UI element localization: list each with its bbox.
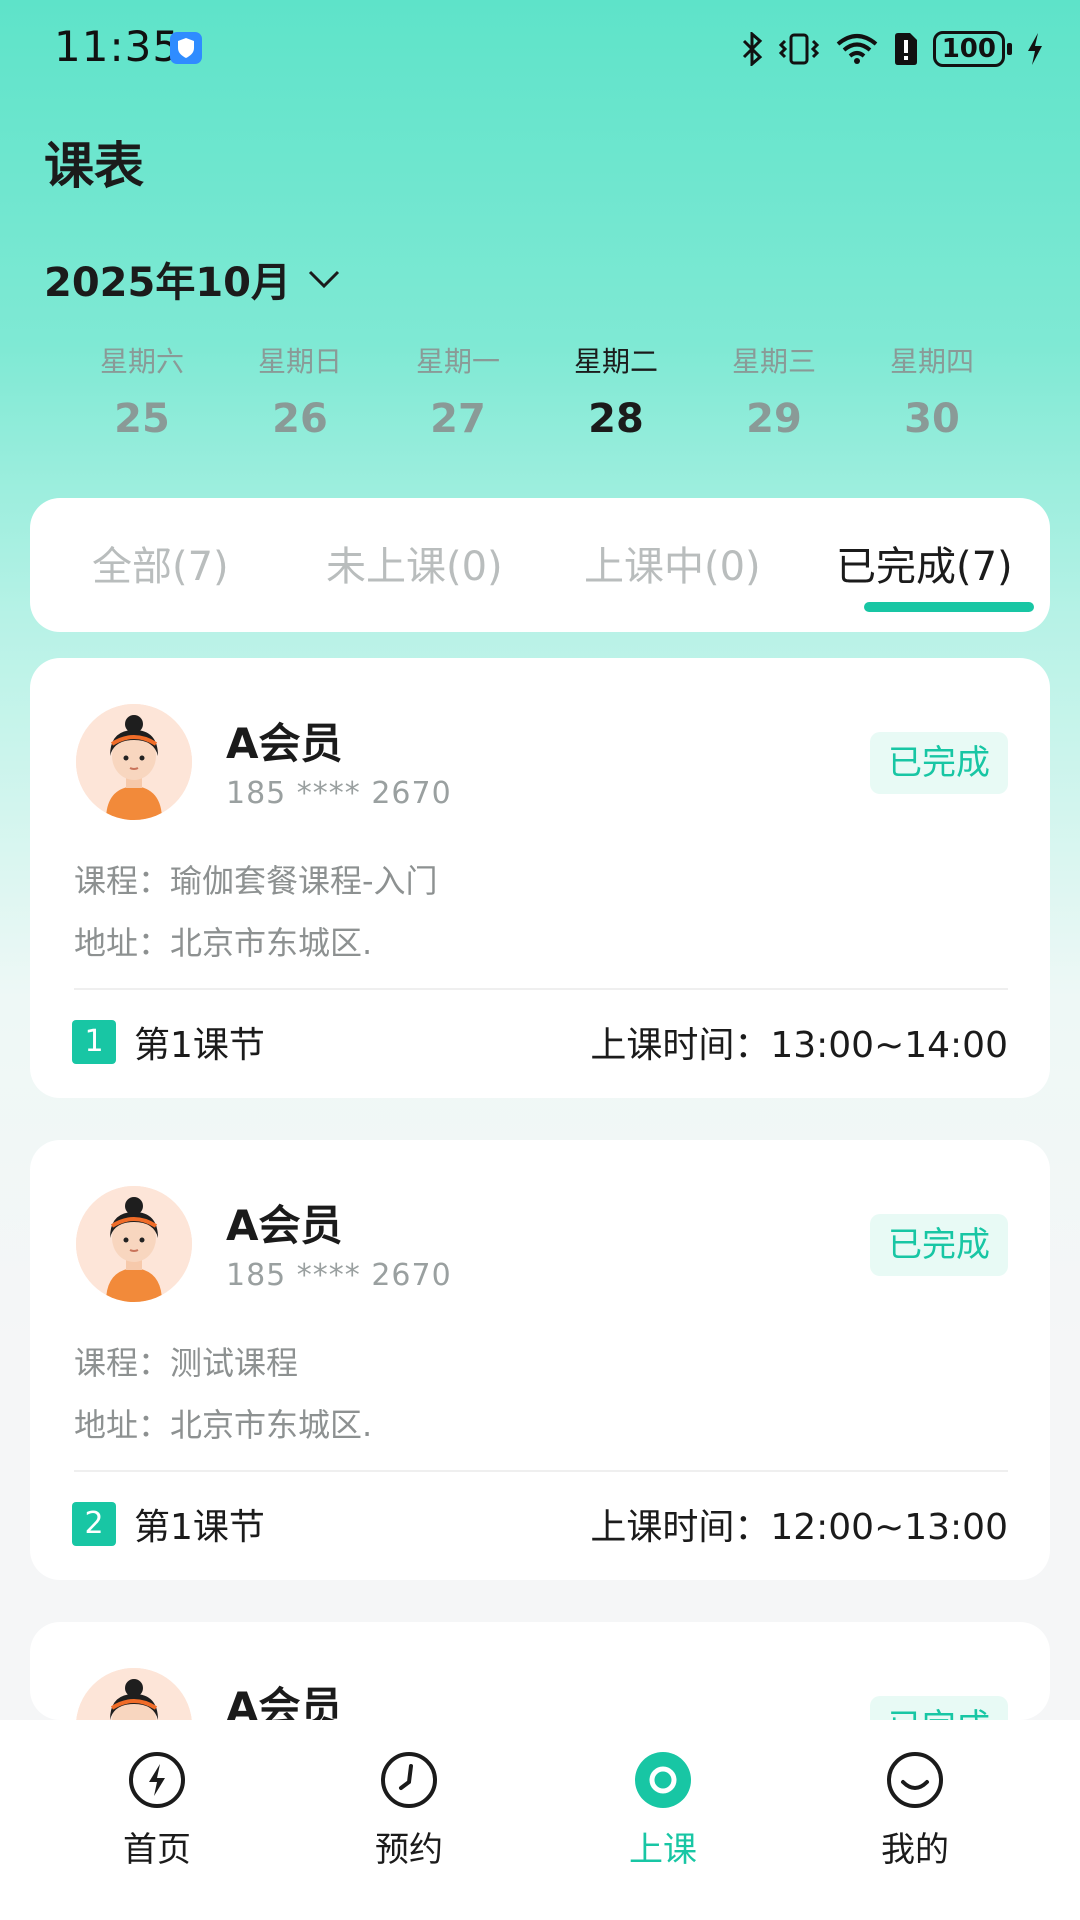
lesson-time: 上课时间：13:00~14:00	[590, 1025, 1008, 1066]
member-name: A会员	[226, 719, 343, 768]
alert-sim-icon	[894, 33, 917, 65]
smile-icon	[887, 1752, 943, 1808]
charging-icon	[1028, 33, 1042, 65]
nav-label: 预约	[375, 1830, 443, 1870]
chevron-down-icon	[308, 270, 340, 289]
address-info: 地址：北京市东城区.	[74, 1406, 373, 1444]
bottom-nav: 首页 预约 上课 我的	[0, 1720, 1080, 1920]
day-number: 29	[746, 396, 802, 442]
day-number: 27	[430, 396, 486, 442]
bluetooth-icon	[742, 32, 762, 66]
day-name: 星期一	[415, 345, 500, 378]
battery-indicator: 100	[932, 31, 1012, 67]
course-info: 课程：瑜伽套餐课程-入门	[74, 862, 438, 900]
day-name: 星期二	[573, 345, 658, 378]
nav-home[interactable]: 首页	[82, 1750, 232, 1871]
lesson-name: 第1课节	[134, 1025, 265, 1066]
wifi-icon	[836, 34, 878, 64]
month-label: 2025年10月	[44, 260, 291, 306]
tab-not-started[interactable]: 未上课(0)	[326, 534, 503, 592]
nav-class[interactable]: 上课	[588, 1750, 738, 1871]
day-item[interactable]: 星期六 25	[72, 340, 212, 442]
tab-in-progress[interactable]: 上课中(0)	[584, 534, 761, 592]
tab-completed[interactable]: 已完成(7)	[836, 534, 1013, 592]
day-number: 25	[114, 396, 170, 442]
day-item[interactable]: 星期日 26	[230, 340, 370, 442]
day-item[interactable]: 星期一 27	[388, 340, 528, 442]
nav-profile[interactable]: 我的	[840, 1750, 990, 1871]
status-badge: 已完成	[870, 732, 1008, 794]
day-number: 26	[272, 396, 328, 442]
day-name: 星期四	[889, 345, 974, 378]
avatar	[76, 1668, 192, 1720]
member-phone: 185 **** 2670	[226, 1258, 452, 1293]
nav-booking[interactable]: 预约	[334, 1750, 484, 1871]
vibrate-icon	[778, 33, 819, 65]
month-selector[interactable]: 2025年10月	[44, 250, 341, 308]
day-name: 星期六	[99, 345, 184, 378]
clock-icon	[381, 1752, 437, 1808]
nav-label: 我的	[881, 1830, 949, 1870]
status-bar: 11:35 100	[0, 0, 1080, 100]
avatar	[76, 1186, 192, 1302]
lesson-time: 上课时间：12:00~13:00	[590, 1507, 1008, 1548]
day-name: 星期日	[257, 345, 342, 378]
member-phone: 185 **** 2670	[226, 776, 452, 811]
status-tabs: 全部(7) 未上课(0) 上课中(0) 已完成(7)	[30, 498, 1050, 632]
member-name: A会员	[226, 1683, 343, 1720]
battery-level: 100	[932, 31, 1005, 67]
status-badge: 已完成	[870, 1214, 1008, 1276]
status-icons: 100	[741, 24, 1044, 74]
day-name: 星期三	[731, 345, 816, 378]
lesson-name: 第1课节	[134, 1507, 265, 1548]
course-info: 课程：测试课程	[74, 1344, 299, 1382]
class-icon	[635, 1752, 691, 1808]
day-item-selected[interactable]: 星期二 28	[546, 340, 686, 442]
lesson-index-badge: 2	[72, 1502, 116, 1546]
class-card[interactable]: A会员 185 **** 2670 已完成 课程：测试课程 地址：北京市东城区.…	[30, 1140, 1050, 1580]
status-time: 11:35	[54, 22, 181, 71]
avatar	[76, 704, 192, 820]
nav-label: 上课	[629, 1830, 697, 1870]
class-card[interactable]: A会员 185 **** 2670 已完成 课程：瑜伽套餐课程-入门 地址：北京…	[30, 658, 1050, 1098]
class-card[interactable]: A会员 已完成	[30, 1622, 1050, 1720]
lesson-index-badge: 1	[72, 1020, 116, 1064]
tab-all[interactable]: 全部(7)	[92, 534, 229, 592]
tab-indicator	[864, 602, 1034, 612]
member-name: A会员	[226, 1201, 343, 1250]
shield-icon	[170, 32, 202, 64]
day-number: 28	[588, 396, 644, 442]
bolt-icon	[129, 1752, 185, 1808]
day-number: 30	[904, 396, 960, 442]
day-item[interactable]: 星期四 30	[862, 340, 1002, 442]
page-title: 课表	[44, 137, 144, 195]
divider	[74, 1470, 1008, 1472]
divider	[74, 988, 1008, 990]
day-item[interactable]: 星期三 29	[704, 340, 844, 442]
address-info: 地址：北京市东城区.	[74, 924, 373, 962]
week-strip: 星期六 25 星期日 26 星期一 27 星期二 28 星期三 29 星期四 3…	[72, 340, 1002, 442]
status-badge: 已完成	[870, 1696, 1008, 1720]
nav-label: 首页	[123, 1830, 191, 1870]
